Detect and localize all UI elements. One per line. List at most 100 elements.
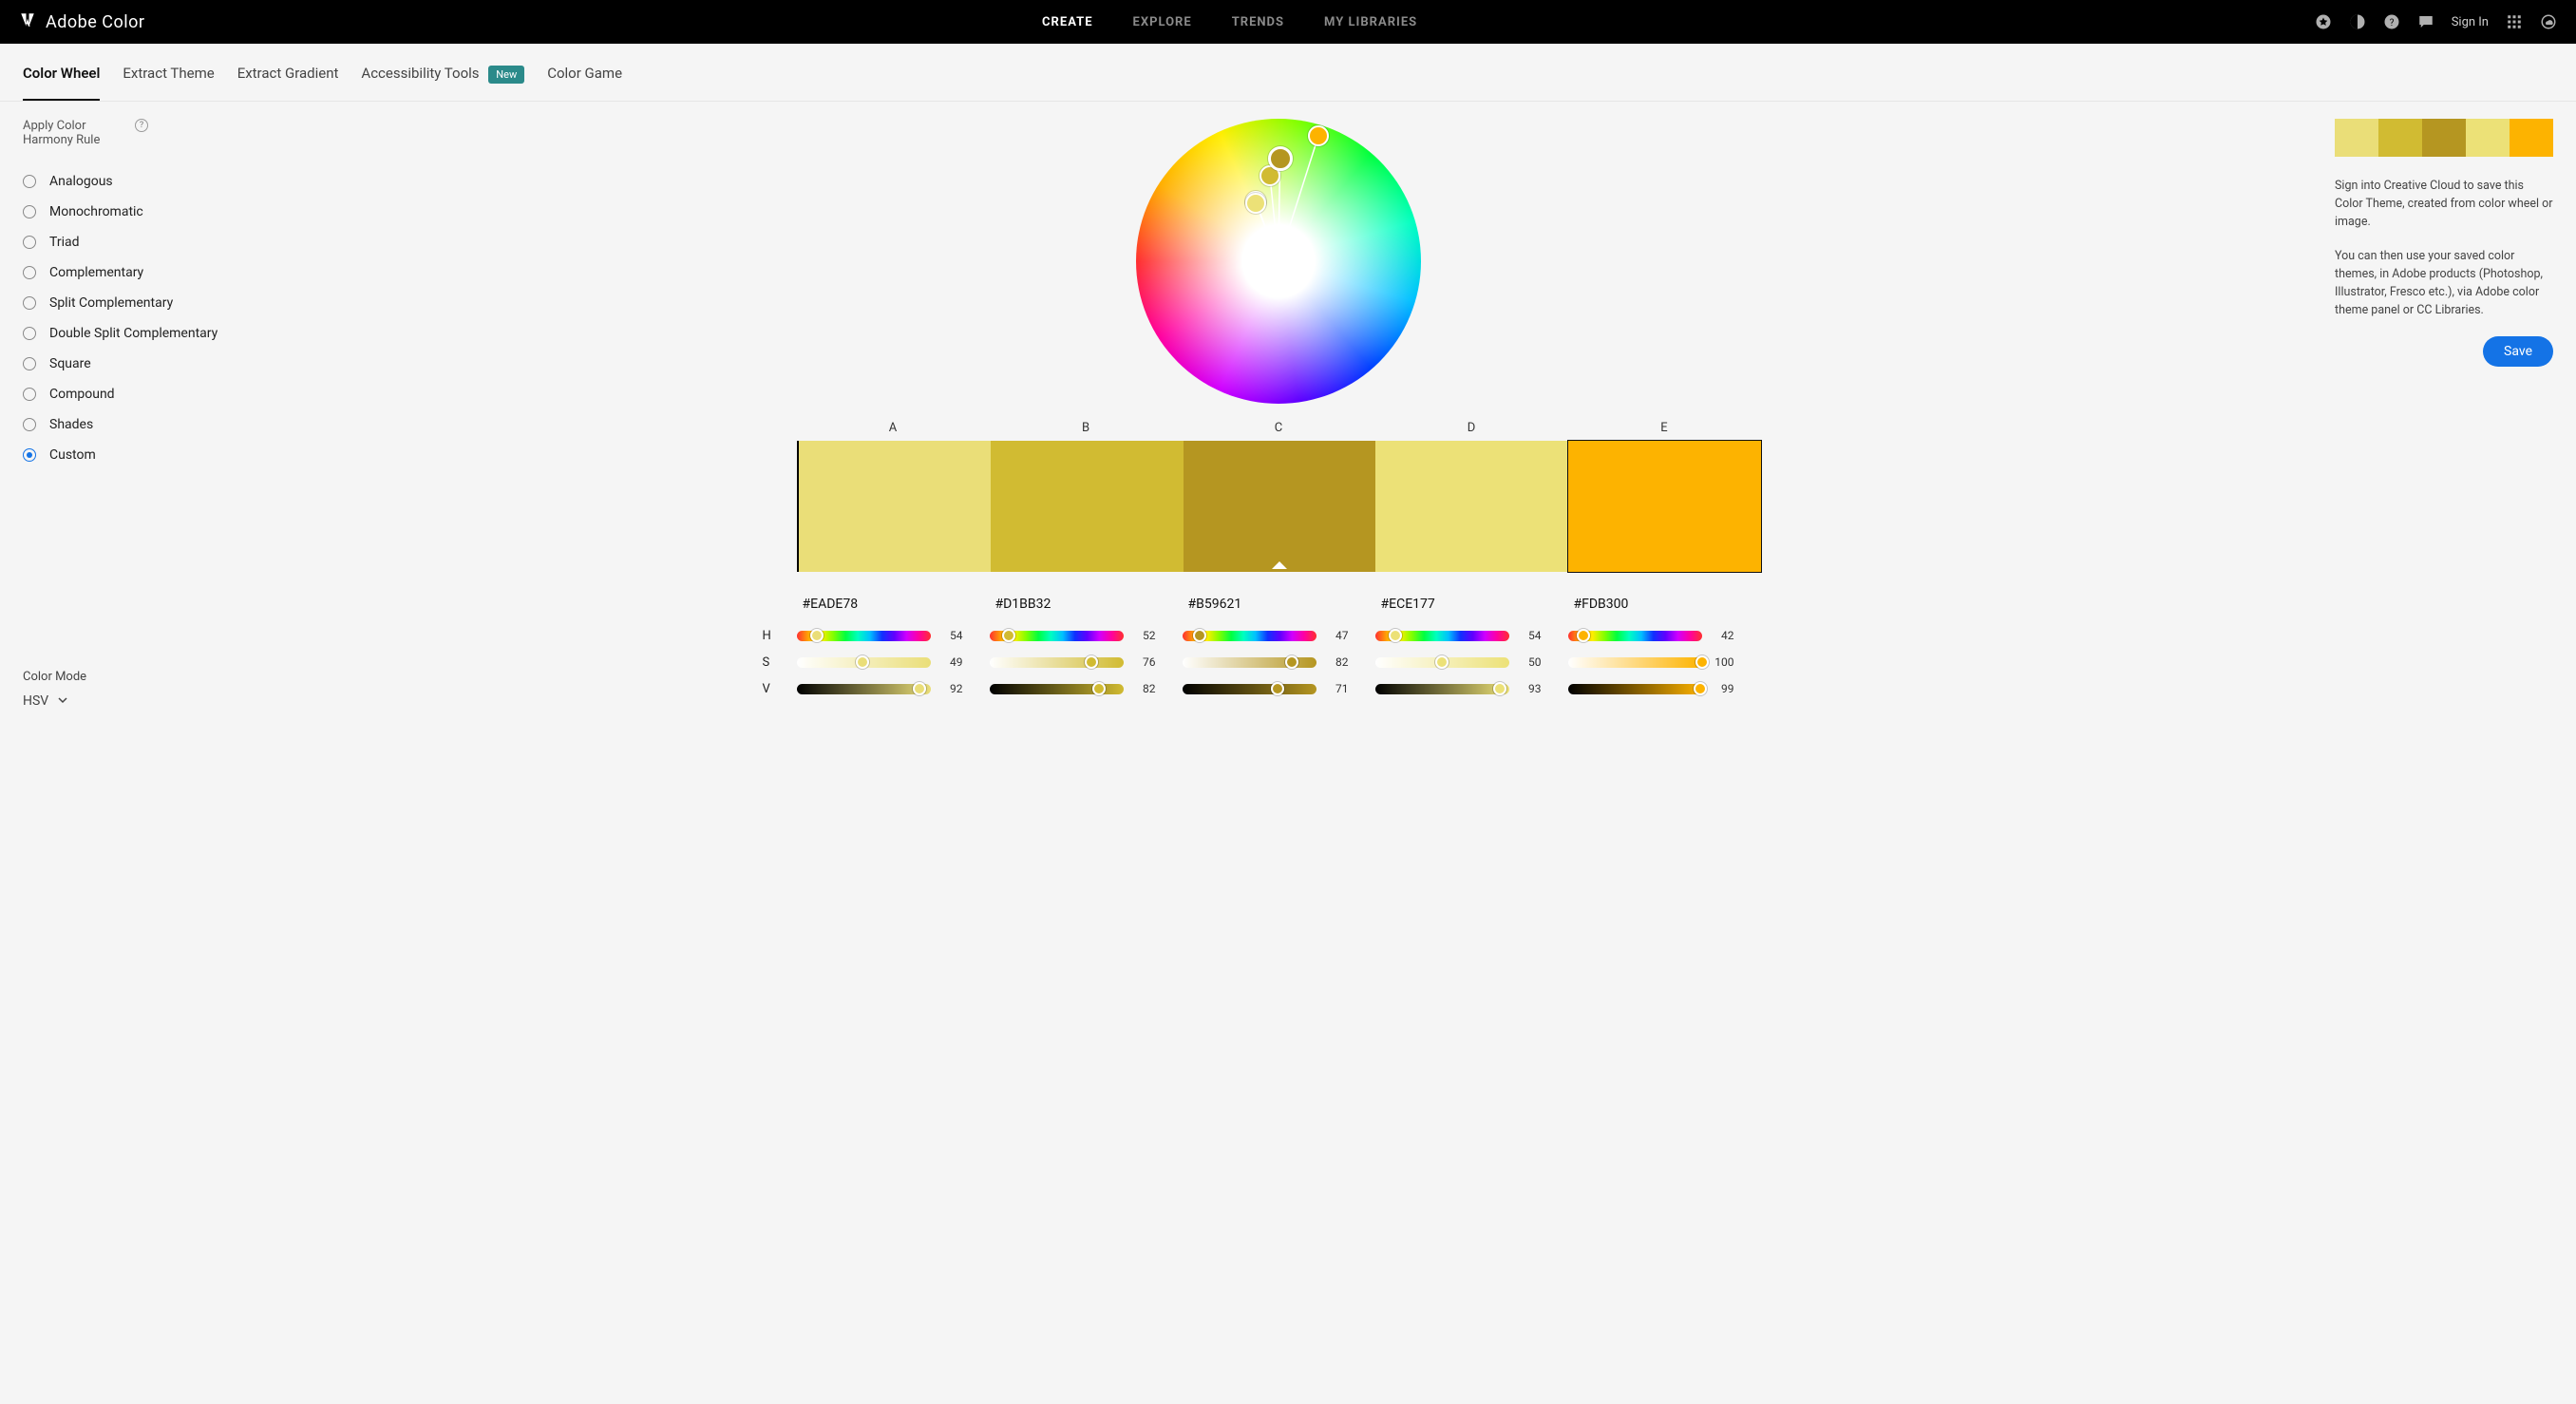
chat-icon[interactable] [2417,13,2434,30]
star-icon[interactable] [2315,13,2332,30]
brand: Adobe Color [19,11,145,32]
h-slider-a[interactable] [797,631,931,641]
slider-thumb-icon [1092,682,1106,695]
help-icon[interactable]: ? [2383,13,2400,30]
cc-cloud-icon[interactable] [2540,13,2557,30]
color-wheel[interactable] [1136,119,1421,404]
color-mode-section: Color Mode HSV [23,670,222,709]
harmony-rule-label: Monochromatic [49,204,143,219]
s-slider-b[interactable] [990,657,1124,668]
harmony-rule-label: Shades [49,417,93,432]
h-slider-b[interactable] [990,631,1124,641]
s-slider-e[interactable] [1568,657,1702,668]
hex-value-a[interactable]: #EADE78 [797,597,990,612]
harmony-rule-compound[interactable]: Compound [23,379,222,409]
h-value-b[interactable]: 52 [1135,629,1156,642]
left-panel: Apply Color Harmony Rule ? AnalogousMono… [23,119,222,709]
h-value-c[interactable]: 47 [1328,629,1349,642]
s-value-b[interactable]: 76 [1135,655,1156,669]
v-value-d[interactable]: 93 [1521,682,1542,695]
slider-thumb-icon [1085,655,1098,669]
s-slider-d[interactable] [1375,657,1509,668]
harmony-rule-custom[interactable]: Custom [23,440,222,470]
v-value-c[interactable]: 71 [1328,682,1349,695]
v-slider-c[interactable] [1183,684,1316,694]
swatch-d[interactable] [1375,441,1568,572]
h-value-a[interactable]: 54 [942,629,963,642]
harmony-rule-triad[interactable]: Triad [23,227,222,257]
harmony-rule-monochromatic[interactable]: Monochromatic [23,197,222,227]
hex-value-d[interactable]: #ECE177 [1375,597,1568,612]
color-mode-select[interactable]: HSV [23,693,222,709]
mini-swatch-1 [2335,119,2378,157]
wheel-marker-3[interactable] [1268,146,1293,171]
hex-value-e[interactable]: #FDB300 [1568,597,1761,612]
harmony-rule-square[interactable]: Square [23,349,222,379]
wheel-marker-5[interactable] [1308,125,1329,146]
h-slider-c[interactable] [1183,631,1316,641]
radio-icon [23,205,36,218]
base-color-indicator-icon [1272,561,1287,569]
signin-link[interactable]: Sign In [2452,15,2489,29]
h-slider-e[interactable] [1568,631,1702,641]
v-value-e[interactable]: 99 [1714,682,1734,695]
nav-libraries[interactable]: MY LIBRARIES [1324,15,1417,29]
tab-color-game[interactable]: Color Game [547,65,622,101]
swatch-letter-d: D [1375,421,1568,435]
h-slider-d[interactable] [1375,631,1509,641]
harmony-rule-complementary[interactable]: Complementary [23,257,222,288]
harmony-help-icon[interactable]: ? [135,119,148,132]
v-slider-b[interactable] [990,684,1124,694]
slider-thumb-icon [1389,629,1402,642]
swatch-c[interactable] [1184,441,1376,572]
s-value-a[interactable]: 49 [942,655,963,669]
swatch-a[interactable] [799,441,992,572]
slider-thumb-icon [1193,629,1206,642]
swatch-letter-e: E [1568,421,1761,435]
s-value-c[interactable]: 82 [1328,655,1349,669]
h-value-e[interactable]: 42 [1714,629,1734,642]
hex-value-c[interactable]: #B59621 [1183,597,1375,612]
v-value-a[interactable]: 92 [942,682,963,695]
v-slider-d[interactable] [1375,684,1509,694]
mini-swatch-3 [2422,119,2466,157]
v-value-b[interactable]: 82 [1135,682,1156,695]
swatch-letter-b: B [990,421,1183,435]
h-value-d[interactable]: 54 [1521,629,1542,642]
save-button[interactable]: Save [2483,336,2553,367]
hex-value-b[interactable]: #D1BB32 [990,597,1183,612]
contrast-icon[interactable] [2349,13,2366,30]
v-slider-a[interactable] [797,684,931,694]
radio-icon [23,327,36,340]
apps-grid-icon[interactable] [2506,13,2523,30]
radio-icon [23,236,36,249]
harmony-rule-split-complementary[interactable]: Split Complementary [23,288,222,318]
tab-extract-theme[interactable]: Extract Theme [123,65,214,101]
s-slider-c[interactable] [1183,657,1316,668]
center-panel: ABCDE #EADE78#D1BB32#B59621#ECE177#FDB30… [251,119,2306,709]
color-mode-label: Color Mode [23,670,222,684]
mini-swatch-5 [2510,119,2553,157]
tab-accessibility[interactable]: Accessibility Tools New [361,65,524,101]
harmony-rule-shades[interactable]: Shades [23,409,222,440]
harmony-rule-analogous[interactable]: Analogous [23,166,222,197]
swatch-b[interactable] [991,441,1184,572]
nav-create[interactable]: CREATE [1042,15,1092,29]
harmony-rule-double-split-complementary[interactable]: Double Split Complementary [23,318,222,349]
v-slider-e[interactable] [1568,684,1702,694]
s-slider-a[interactable] [797,657,931,668]
tab-color-wheel[interactable]: Color Wheel [23,65,100,101]
nav-trends[interactable]: TRENDS [1232,15,1284,29]
s-value-e[interactable]: 100 [1714,655,1734,669]
slider-thumb-icon [1271,682,1284,695]
wheel-marker-4[interactable] [1245,193,1266,214]
harmony-list: Analogous Monochromatic TriadComplementary… [23,166,222,470]
harmony-rule-label: Compound [49,387,115,402]
slider-thumb-icon [1577,629,1590,642]
subnav: Color Wheel Extract Theme Extract Gradie… [0,44,2576,102]
swatches-row [797,441,1761,572]
tab-extract-gradient[interactable]: Extract Gradient [237,65,339,101]
swatch-e[interactable] [1568,441,1761,572]
s-value-d[interactable]: 50 [1521,655,1542,669]
nav-explore[interactable]: EXPLORE [1133,15,1192,29]
